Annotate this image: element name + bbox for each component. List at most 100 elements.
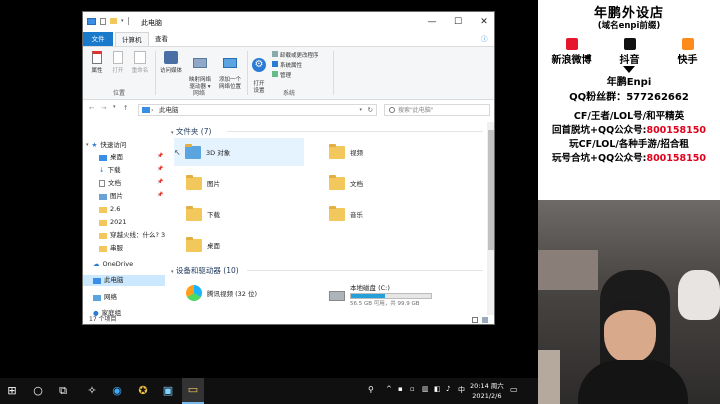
folder-icon: [99, 219, 107, 226]
section-rule: [227, 131, 483, 132]
back-arrow-icon[interactable]: ←: [89, 104, 94, 112]
maximize-button[interactable]: ☐: [445, 12, 471, 32]
drive-label: 腾讯视频 (32 位): [207, 290, 257, 298]
ribbon-tabs: 文件 计算机 查看 ⓘ: [83, 32, 494, 46]
drive-tile-tencent-video[interactable]: 腾讯视频 (32 位): [186, 279, 316, 307]
tray-icon[interactable]: ▫: [410, 385, 415, 393]
address-dropdown-icon[interactable]: ▾: [359, 105, 362, 116]
folder-label: 图片: [207, 180, 220, 188]
nav-item-folder[interactable]: 2.6: [99, 204, 120, 215]
notification-icon[interactable]: ▭: [510, 385, 518, 394]
uninstall-label: 卸载或更改程序: [280, 53, 319, 59]
kuaishou-icon: [681, 38, 694, 50]
nav-quick-access[interactable]: ▾ ★ 快速访问: [86, 140, 126, 151]
vertical-scrollbar[interactable]: [487, 122, 494, 315]
edge-browser-icon[interactable]: ◉: [109, 383, 125, 399]
cortana-icon[interactable]: ○: [30, 383, 46, 399]
shop-subtitle: (域名enpi前缀): [597, 21, 661, 31]
qq-group-label: QQ粉丝群：: [569, 92, 627, 103]
windows-start-icon[interactable]: ⊞: [4, 383, 20, 399]
address-box[interactable]: › 此电脑 ▾ ↻: [138, 104, 377, 116]
desk-lamp: [538, 350, 560, 404]
app-icon[interactable]: ✧: [84, 383, 100, 399]
uninstall-program-link[interactable]: 卸载或更改程序: [272, 51, 319, 61]
rename-button[interactable]: 重命名: [129, 51, 151, 74]
hard-drive-icon: [329, 291, 345, 301]
system-properties-link[interactable]: 系统属性: [272, 61, 319, 71]
folder-tile-pictures[interactable]: 图片: [186, 169, 306, 197]
drives-section-header[interactable]: ▾ 设备和驱动器 (10): [171, 265, 487, 276]
help-icon[interactable]: ⓘ: [475, 32, 494, 46]
item-count: 17 个项目: [89, 316, 117, 323]
network-location-icon: [223, 58, 237, 68]
input-method-icon[interactable]: 中: [458, 385, 465, 395]
nav-onedrive[interactable]: ☁ OneDrive: [93, 259, 133, 270]
game-app-icon[interactable]: ✪: [135, 383, 151, 399]
taskbar-clock[interactable]: 20:14 周六 2021/2/6: [470, 381, 504, 401]
forward-arrow-icon[interactable]: →: [101, 104, 106, 112]
drive-tile-local-c[interactable]: 本地磁盘 (C:) 56.5 GB 可用，共 99.9 GB: [329, 279, 469, 313]
up-arrow-icon[interactable]: ↑: [123, 104, 128, 112]
add-network-location-button[interactable]: 添加一个 网络位置: [215, 51, 245, 91]
details-view-icon[interactable]: [472, 317, 478, 323]
qat-dropdown-icon[interactable]: ▾: [121, 18, 124, 24]
nav-network[interactable]: 网络: [93, 292, 117, 303]
properties-button[interactable]: 属性: [88, 51, 106, 74]
rename-icon: [134, 51, 146, 64]
file-explorer-taskbar-button[interactable]: ▭: [182, 378, 204, 404]
folder-tile-3d-objects[interactable]: ↖ 3D 对象: [174, 138, 304, 166]
folder-tile-downloads[interactable]: 下载: [186, 200, 306, 228]
folder-tile-documents[interactable]: 文档: [329, 169, 449, 197]
folder-tile-videos[interactable]: 视频: [329, 138, 449, 166]
tab-file[interactable]: 文件: [83, 32, 113, 46]
quick-access-toolbar: ▾: [87, 17, 129, 25]
section-chevron-icon: ▾: [171, 269, 174, 275]
network-tray-icon[interactable]: ▥: [422, 385, 429, 393]
open-button[interactable]: 打开: [109, 51, 127, 74]
nav-item-downloads[interactable]: ↓ 下载: [99, 165, 120, 176]
content-pane: ▾ 文件夹 (7) ↖ 3D 对象 视频 图片 文档 下载 音乐 桌面 ▾ 设备…: [171, 122, 487, 315]
nav-item-folder[interactable]: 串服: [99, 243, 123, 254]
folder-tile-music[interactable]: 音乐: [329, 200, 449, 228]
nav-this-pc[interactable]: 此电脑: [83, 275, 165, 286]
recent-dropdown-icon[interactable]: ▾: [113, 104, 116, 110]
new-folder-qat-icon[interactable]: [110, 18, 117, 24]
task-view-icon[interactable]: ⧉: [55, 383, 71, 399]
app-window-icon[interactable]: ▣: [160, 383, 176, 399]
tray-icon[interactable]: ◧: [434, 385, 441, 393]
tab-computer[interactable]: 计算机: [115, 32, 149, 46]
properties-icon: [92, 51, 102, 64]
scrollbar-thumb[interactable]: [488, 130, 494, 250]
nav-item-documents[interactable]: 文档: [99, 178, 121, 189]
shelf-decoration: [538, 250, 598, 290]
nav-item-folder[interactable]: 2021: [99, 217, 127, 228]
tray-app-icon[interactable]: ⚲: [368, 385, 374, 394]
manage-link[interactable]: 管理: [272, 71, 319, 81]
nav-network-label: 网络: [104, 293, 117, 301]
search-input[interactable]: 搜索"此电脑": [384, 104, 490, 116]
weibo-label: 新浪微博: [551, 55, 592, 66]
tray-icon[interactable]: ▪: [398, 385, 403, 393]
map-drive-button[interactable]: 映射网络 驱动器 ▾: [186, 51, 214, 91]
folder-tile-desktop[interactable]: 桌面: [186, 231, 306, 259]
close-button[interactable]: ✕: [471, 12, 494, 32]
nav-item-pictures[interactable]: 图片: [99, 191, 123, 202]
tiles-view-icon[interactable]: [482, 317, 488, 323]
system-group-label: 系统: [283, 90, 296, 97]
title-separator: [127, 17, 129, 25]
minimize-button[interactable]: —: [419, 12, 445, 32]
nav-item-folder[interactable]: 穿越火线：什么? 3: [99, 230, 167, 241]
access-media-button[interactable]: 访问媒体: [158, 51, 184, 74]
refresh-icon[interactable]: ↻: [368, 105, 373, 116]
volume-icon[interactable]: ♪: [446, 385, 450, 393]
nav-item-desktop[interactable]: 桌面: [99, 152, 123, 163]
drive-usage-fill: [351, 294, 386, 298]
properties-qat-icon[interactable]: [100, 17, 106, 25]
open-settings-button[interactable]: ⚙ 打开 设置: [250, 51, 268, 95]
system-items: 卸载或更改程序 系统属性 管理: [272, 51, 319, 81]
status-bar: 17 个项目: [83, 315, 494, 324]
tab-view[interactable]: 查看: [149, 32, 174, 46]
folders-section-header[interactable]: ▾ 文件夹 (7): [171, 126, 487, 137]
tray-chevron-icon[interactable]: ^: [386, 385, 392, 393]
nav-item-label: 下载: [107, 166, 121, 174]
